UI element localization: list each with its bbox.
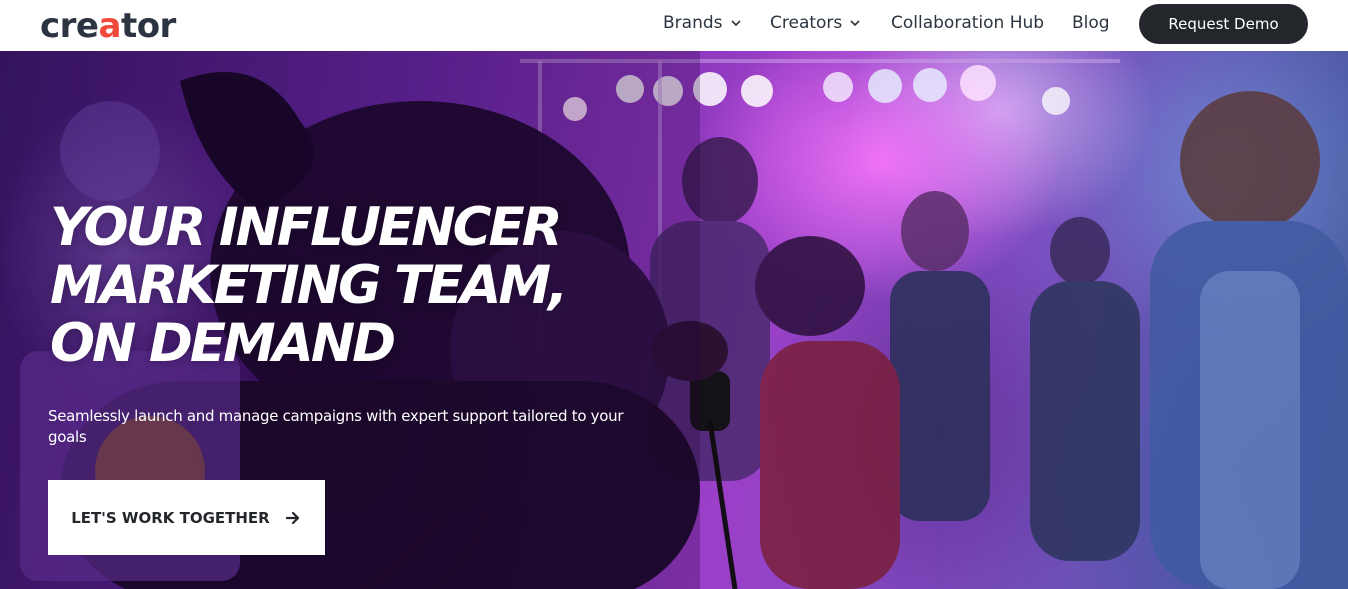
lets-work-together-label: LET'S WORK TOGETHER [71,508,270,527]
logo-text-post: tor [120,6,176,46]
nav-creators-label: Creators [770,13,843,33]
hero-title-line-2: MARKETING TEAM, [50,255,568,316]
hero-title-line-3: ON DEMAND [50,313,396,374]
nav-brands-label: Brands [663,13,723,33]
nav-collaboration-hub-label: Collaboration Hub [891,13,1045,33]
logo-text-accent: a [98,6,121,46]
hero-section: YOUR INFLUENCER MARKETING TEAM, ON DEMAN… [0,51,1348,589]
nav-blog-label: Blog [1072,13,1110,33]
nav-blog[interactable]: Blog [1072,13,1110,33]
nav-creators[interactable]: Creators [770,13,860,33]
chevron-down-icon [730,20,741,27]
nav-collaboration-hub[interactable]: Collaboration Hub [891,13,1044,33]
logo-text-pre: cre [40,6,99,46]
nav-brands[interactable]: Brands [663,13,741,33]
arrow-right-icon [285,511,299,524]
chevron-down-icon [850,20,860,27]
hero-subtitle: Seamlessly launch and manage campaigns w… [48,407,624,446]
request-demo-label: Request Demo [1168,15,1279,33]
hero-title-line-1: YOUR INFLUENCER [50,197,563,258]
site-header: cre a tor Brands Creators Collaboration Hu… [0,0,1348,51]
hero-title: YOUR INFLUENCER MARKETING TEAM, ON DEMAN… [50,199,650,373]
creator-logo[interactable]: cre a tor [40,6,176,46]
request-demo-button[interactable]: Request Demo [1139,4,1308,44]
lets-work-together-button[interactable]: LET'S WORK TOGETHER [48,480,325,555]
